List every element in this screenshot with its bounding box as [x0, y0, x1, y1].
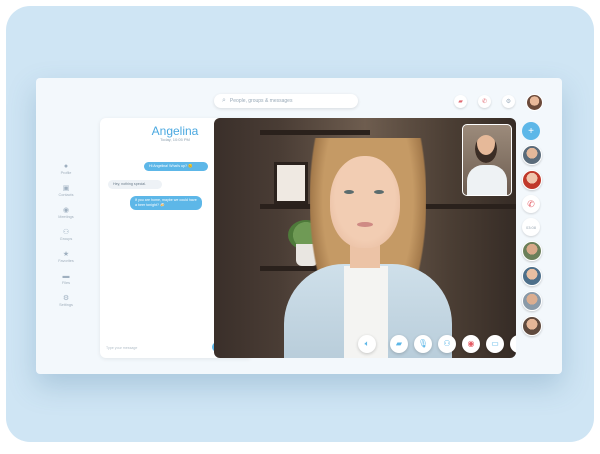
groups-icon: ⚇ — [62, 229, 70, 236]
camera-button[interactable]: ▰ — [390, 334, 408, 353]
app-window: ⌕ People, groups & messages ▰ ✆ ⚙ ● Profi… — [36, 78, 562, 374]
video-icon: ▰ — [458, 99, 463, 105]
add-user-icon: ⚇ — [443, 339, 451, 348]
caller-lips — [357, 222, 373, 227]
phone-button[interactable]: ✆ — [478, 95, 491, 108]
contacts-icon: ▣ — [62, 185, 70, 192]
user-icon: ● — [63, 163, 69, 170]
self-body — [467, 165, 507, 195]
record-button[interactable]: ◉ — [462, 334, 480, 353]
message-input[interactable]: Type your message — [106, 346, 196, 350]
search-input[interactable]: People, groups & messages — [230, 98, 293, 104]
self-view-pip[interactable] — [462, 124, 512, 196]
picture-frame — [274, 162, 308, 204]
call-duration: 03:08 — [522, 218, 540, 236]
mic-icon: 🎙︎ — [417, 339, 429, 348]
participant-avatar[interactable] — [522, 291, 542, 311]
participant-avatar[interactable] — [522, 266, 542, 286]
participant-avatar[interactable] — [522, 241, 542, 261]
shelf — [260, 130, 370, 135]
caller-face — [330, 156, 400, 248]
message-bubble-in: Hey, nothing special. — [108, 180, 162, 189]
participant-avatar[interactable] — [522, 316, 542, 336]
shelf — [424, 204, 516, 209]
message-bubble-out: Hi Angelina! What's up? 😊 — [144, 162, 208, 171]
gear-icon: ⚙ — [505, 99, 512, 105]
participant-avatar[interactable] — [522, 170, 542, 190]
folder-icon: ▬ — [62, 273, 70, 280]
search-icon: ⌕ — [222, 97, 226, 104]
add-participant-button[interactable]: + — [522, 122, 540, 140]
sidebar-item-profile[interactable]: ● Profile — [54, 162, 78, 184]
gear-icon: ⚙ — [62, 295, 70, 302]
sidebar-nav: ● Profile ▣ Contacts ◉ Meetings ⚇ Groups ★ Fa… — [54, 162, 78, 316]
user-avatar[interactable] — [526, 94, 543, 111]
camera-icon: ▰ — [395, 339, 403, 348]
phone-hangup-icon: ✆ — [527, 198, 535, 209]
add-person-button[interactable]: ⚇ — [438, 334, 456, 353]
chat-button[interactable]: ✉ — [510, 334, 516, 353]
video-feed: 🔈︎ ▰ 🎙︎ ⚇ ◉ ▭ ✉ ✆ — [214, 118, 516, 358]
star-icon: ★ — [62, 251, 70, 258]
phone-icon: ✆ — [481, 99, 488, 105]
sidebar-item-contacts[interactable]: ▣ Contacts — [54, 184, 78, 206]
plus-icon: + — [528, 125, 534, 137]
self-head — [475, 135, 497, 163]
participants-rail: + ✆ 03:08 — [522, 122, 542, 341]
screen-share-button[interactable]: ▭ — [486, 334, 504, 353]
speaker-icon: 🔈︎ — [364, 338, 370, 348]
screen-share-icon: ▭ — [491, 339, 499, 348]
caller-eye — [374, 190, 384, 194]
volume-button[interactable]: 🔈︎ — [358, 334, 376, 353]
participant-avatar[interactable] — [522, 145, 542, 165]
sidebar-item-settings[interactable]: ⚙ Settings — [54, 294, 78, 316]
sidebar-item-meetings[interactable]: ◉ Meetings — [54, 206, 78, 228]
call-controls: 🔈︎ ▰ 🎙︎ ⚇ ◉ ▭ ✉ ✆ — [358, 334, 516, 353]
settings-button[interactable]: ⚙ — [502, 95, 515, 108]
record-icon: ◉ — [467, 339, 475, 348]
sidebar-item-favorites[interactable]: ★ Favorites — [54, 250, 78, 272]
mic-button[interactable]: 🎙︎ — [414, 334, 432, 353]
end-call-button[interactable]: ✆ — [522, 195, 540, 213]
sidebar-item-files[interactable]: ▬ Files — [54, 272, 78, 294]
sidebar-item-groups[interactable]: ⚇ Groups — [54, 228, 78, 250]
caller-eye — [344, 190, 354, 194]
message-bubble-out: If you are home, maybe we could have a b… — [130, 196, 202, 210]
meetings-icon: ◉ — [62, 207, 70, 214]
video-call-button[interactable]: ▰ — [454, 95, 467, 108]
search-bar[interactable]: ⌕ People, groups & messages — [214, 94, 358, 108]
